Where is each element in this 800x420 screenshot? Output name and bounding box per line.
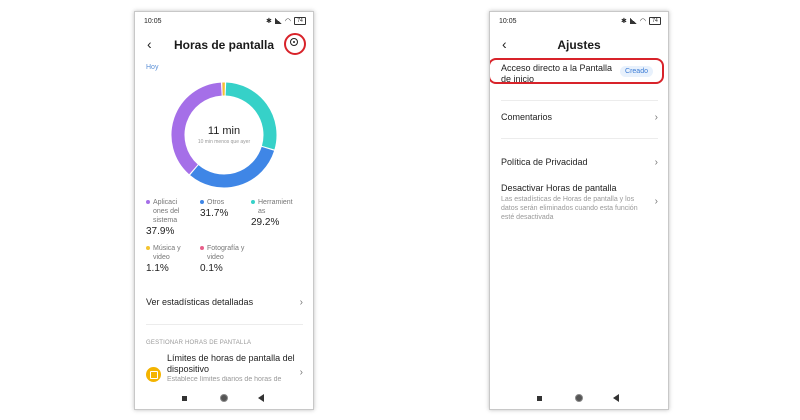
total-time: 11 min bbox=[207, 125, 241, 137]
recents-icon[interactable] bbox=[182, 396, 187, 401]
chevron-right-icon[interactable]: › bbox=[300, 367, 303, 378]
created-badge: Creado bbox=[620, 66, 653, 77]
divider bbox=[501, 100, 658, 101]
chevron-right-icon[interactable]: › bbox=[655, 196, 658, 207]
purple-dot-icon bbox=[146, 200, 150, 205]
header: ‹ Horas de pantalla bbox=[135, 32, 313, 56]
divider bbox=[146, 324, 303, 325]
detailed-stats-label: Ver estadísticas detalladas bbox=[146, 297, 254, 307]
legend-percent: 37.9% bbox=[146, 226, 175, 237]
pink-dot-icon bbox=[200, 246, 204, 251]
yellow-dot-icon bbox=[146, 246, 150, 251]
legend-label: Aplicaci ones del sistema bbox=[153, 199, 180, 224]
legend-label: Herramient as bbox=[258, 199, 293, 215]
battery-icon: 74 bbox=[649, 17, 661, 25]
status-bar: 10:05 ✱ ◠ 74 bbox=[490, 12, 668, 30]
section-header: GESTIONAR HORAS DE PANTALLA bbox=[146, 340, 252, 346]
header: ‹ Ajustes bbox=[490, 32, 668, 56]
comments-item[interactable]: Comentarios › bbox=[501, 112, 658, 123]
status-time: 10:05 bbox=[144, 18, 162, 25]
limits-description: Establece límites diarios de horas de bbox=[167, 376, 282, 383]
legend-percent: 31.7% bbox=[200, 208, 229, 219]
signal-icon bbox=[274, 18, 282, 24]
legend-item-others: Otros 31.7% bbox=[200, 198, 229, 219]
timer-icon bbox=[146, 367, 161, 382]
legend-percent: 0.1% bbox=[200, 263, 223, 274]
legend-percent: 1.1% bbox=[146, 263, 169, 274]
signal-icon bbox=[629, 18, 637, 24]
chevron-right-icon: › bbox=[299, 297, 303, 308]
legend-item-system: Aplicaci ones del sistema 37.9% bbox=[146, 198, 180, 237]
screen-time-phone: 10:05 ✱ ◠ 74 ‹ Horas de pantalla Hoy 11 … bbox=[134, 11, 314, 410]
legend-label: Otros bbox=[207, 199, 225, 206]
legend-item-tools: Herramient as 29.2% bbox=[251, 198, 293, 228]
privacy-label: Política de Privacidad bbox=[501, 157, 588, 167]
comparison-text: 10 min menos que ayer bbox=[197, 139, 251, 145]
battery-icon: 74 bbox=[294, 17, 306, 25]
chevron-right-icon: › bbox=[654, 157, 658, 168]
bluetooth-icon: ✱ bbox=[266, 18, 272, 25]
teal-dot-icon bbox=[251, 200, 255, 205]
segment-others bbox=[190, 146, 275, 188]
wifi-icon: ◠ bbox=[639, 18, 646, 25]
chevron-right-icon: › bbox=[654, 112, 658, 123]
legend-label: Fotografía y video bbox=[207, 245, 245, 261]
nav-bar bbox=[135, 387, 313, 409]
settings-icon[interactable] bbox=[290, 38, 298, 46]
nav-back-icon[interactable] bbox=[613, 394, 619, 402]
legend-label: Música y video bbox=[153, 245, 181, 261]
disable-description: Las estadísticas de Horas de pantalla y … bbox=[501, 196, 638, 221]
divider bbox=[501, 138, 658, 139]
disable-item[interactable]: Desactivar Horas de pantalla Las estadís… bbox=[501, 183, 646, 222]
shortcut-label: Acceso directo a la Pantalla de inicio bbox=[501, 63, 613, 84]
legend-percent: 29.2% bbox=[251, 217, 280, 228]
nav-bar bbox=[490, 387, 668, 409]
settings-phone: 10:05 ✱ ◠ 74 ‹ Ajustes Acceso directo a … bbox=[489, 11, 669, 410]
today-label: Hoy bbox=[146, 64, 159, 71]
legend-item-music: Música y video 1.1% bbox=[146, 244, 181, 274]
legend-item-photo: Fotografía y video 0.1% bbox=[200, 244, 245, 274]
shortcut-item[interactable]: Acceso directo a la Pantalla de inicio bbox=[501, 63, 621, 85]
page-title: Ajustes bbox=[557, 38, 601, 52]
home-icon[interactable] bbox=[575, 394, 583, 402]
privacy-item[interactable]: Política de Privacidad › bbox=[501, 157, 658, 168]
home-icon[interactable] bbox=[220, 394, 228, 402]
comments-label: Comentarios bbox=[501, 112, 553, 122]
status-bar: 10:05 ✱ ◠ 74 bbox=[135, 12, 313, 30]
disable-label: Desactivar Horas de pantalla bbox=[501, 183, 617, 193]
settings-highlight bbox=[284, 33, 306, 55]
detailed-stats-link[interactable]: Ver estadísticas detalladas › bbox=[146, 297, 303, 308]
bluetooth-icon: ✱ bbox=[621, 18, 627, 25]
blue-dot-icon bbox=[200, 200, 204, 205]
wifi-icon: ◠ bbox=[284, 18, 291, 25]
status-time: 10:05 bbox=[499, 18, 517, 25]
recents-icon[interactable] bbox=[537, 396, 542, 401]
limits-title[interactable]: Límites de horas de pantalla del disposi… bbox=[167, 353, 297, 375]
nav-back-icon[interactable] bbox=[258, 394, 264, 402]
